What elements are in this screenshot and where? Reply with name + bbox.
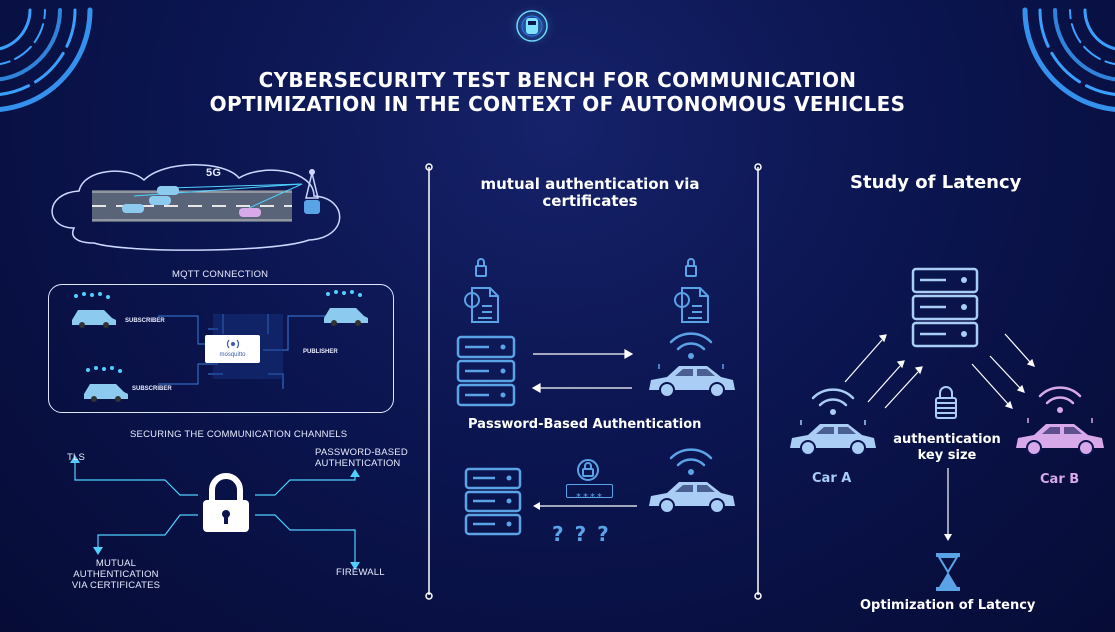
password-field: **** bbox=[566, 484, 613, 503]
hourglass-icon bbox=[936, 553, 960, 591]
divider-left bbox=[425, 163, 433, 600]
car-b-icon bbox=[1016, 386, 1104, 456]
middle-heading-line-1: mutual authentication via bbox=[480, 175, 700, 193]
key-size-label: authentication key size bbox=[880, 432, 1014, 464]
broker-signal-icon bbox=[226, 339, 240, 349]
subscriber-label-2: SUBSCRIBER bbox=[132, 386, 172, 392]
badge-5g: 5G bbox=[206, 167, 222, 179]
server-icon-bottom bbox=[464, 467, 522, 536]
publisher-label: PUBLISHER bbox=[303, 349, 338, 355]
car-wifi-icon-bottom bbox=[649, 448, 735, 514]
request-arrow bbox=[533, 502, 637, 510]
certificate-lock-icon-right bbox=[674, 258, 709, 323]
exchange-arrows bbox=[531, 348, 634, 394]
tls-label: TLS bbox=[67, 452, 86, 463]
subscriber-label-1: SUBSCRIBER bbox=[125, 318, 165, 324]
divider-right bbox=[754, 163, 762, 600]
down-arrow bbox=[944, 468, 952, 541]
key-lock-icon bbox=[935, 386, 957, 419]
car-wifi-icon-top bbox=[649, 332, 735, 398]
page-title-line-1: CYBERSECURITY TEST BENCH FOR COMMUNICATI… bbox=[258, 68, 857, 92]
password-based-line-1: PASSWORD-BASED bbox=[315, 447, 408, 458]
securing-label: SECURING THE COMMUNICATION CHANNELS bbox=[130, 429, 348, 440]
cloud-road-illustration bbox=[51, 164, 341, 251]
right-heading: Study of Latency bbox=[850, 172, 1022, 193]
certificate-lock-icon-left bbox=[464, 258, 499, 323]
publisher-car-icon bbox=[324, 290, 368, 326]
subscriber-car-1-icon bbox=[72, 292, 116, 328]
password-based-label: PASSWORD-BASED AUTHENTICATION bbox=[315, 447, 408, 469]
car-a-icon bbox=[790, 388, 876, 456]
key-size-line-1: authentication bbox=[893, 432, 1001, 447]
key-size-line-2: key size bbox=[917, 448, 977, 463]
server-icon-top bbox=[456, 335, 516, 407]
page-title: CYBERSECURITY TEST BENCH FOR COMMUNICATI… bbox=[0, 68, 1115, 116]
optimization-label: Optimization of Latency bbox=[860, 598, 1036, 613]
middle-heading: mutual authentication via certificates bbox=[440, 176, 740, 210]
middle-heading-line-2: certificates bbox=[542, 192, 638, 210]
broker-label: mosquitto bbox=[219, 352, 246, 358]
firewall-label: FIREWALL bbox=[336, 567, 385, 578]
car-b-label: Car B bbox=[1040, 472, 1080, 487]
password-auth-label: Password-Based Authentication bbox=[468, 417, 702, 432]
top-logo-icon bbox=[505, 2, 559, 50]
password-lock-icon bbox=[577, 459, 599, 481]
mutual-auth-label: MUTUAL AUTHENTICATION VIA CERTIFICATES bbox=[54, 558, 178, 591]
password-based-line-2: AUTHENTICATION bbox=[315, 458, 401, 469]
page-title-line-2: OPTIMIZATION IN THE CONTEXT OF AUTONOMOU… bbox=[209, 92, 906, 116]
question-marks: ? ? ? bbox=[552, 522, 611, 546]
mqtt-connection-label: MQTT CONNECTION bbox=[172, 269, 269, 280]
padlock-icon bbox=[203, 473, 249, 532]
mutual-auth-line-1: MUTUAL AUTHENTICATION bbox=[73, 558, 159, 580]
subscriber-car-2-icon bbox=[84, 366, 128, 402]
car-a-label: Car A bbox=[812, 471, 852, 486]
mosquitto-broker: mosquitto bbox=[205, 335, 260, 363]
mutual-auth-line-2: VIA CERTIFICATES bbox=[71, 580, 161, 591]
